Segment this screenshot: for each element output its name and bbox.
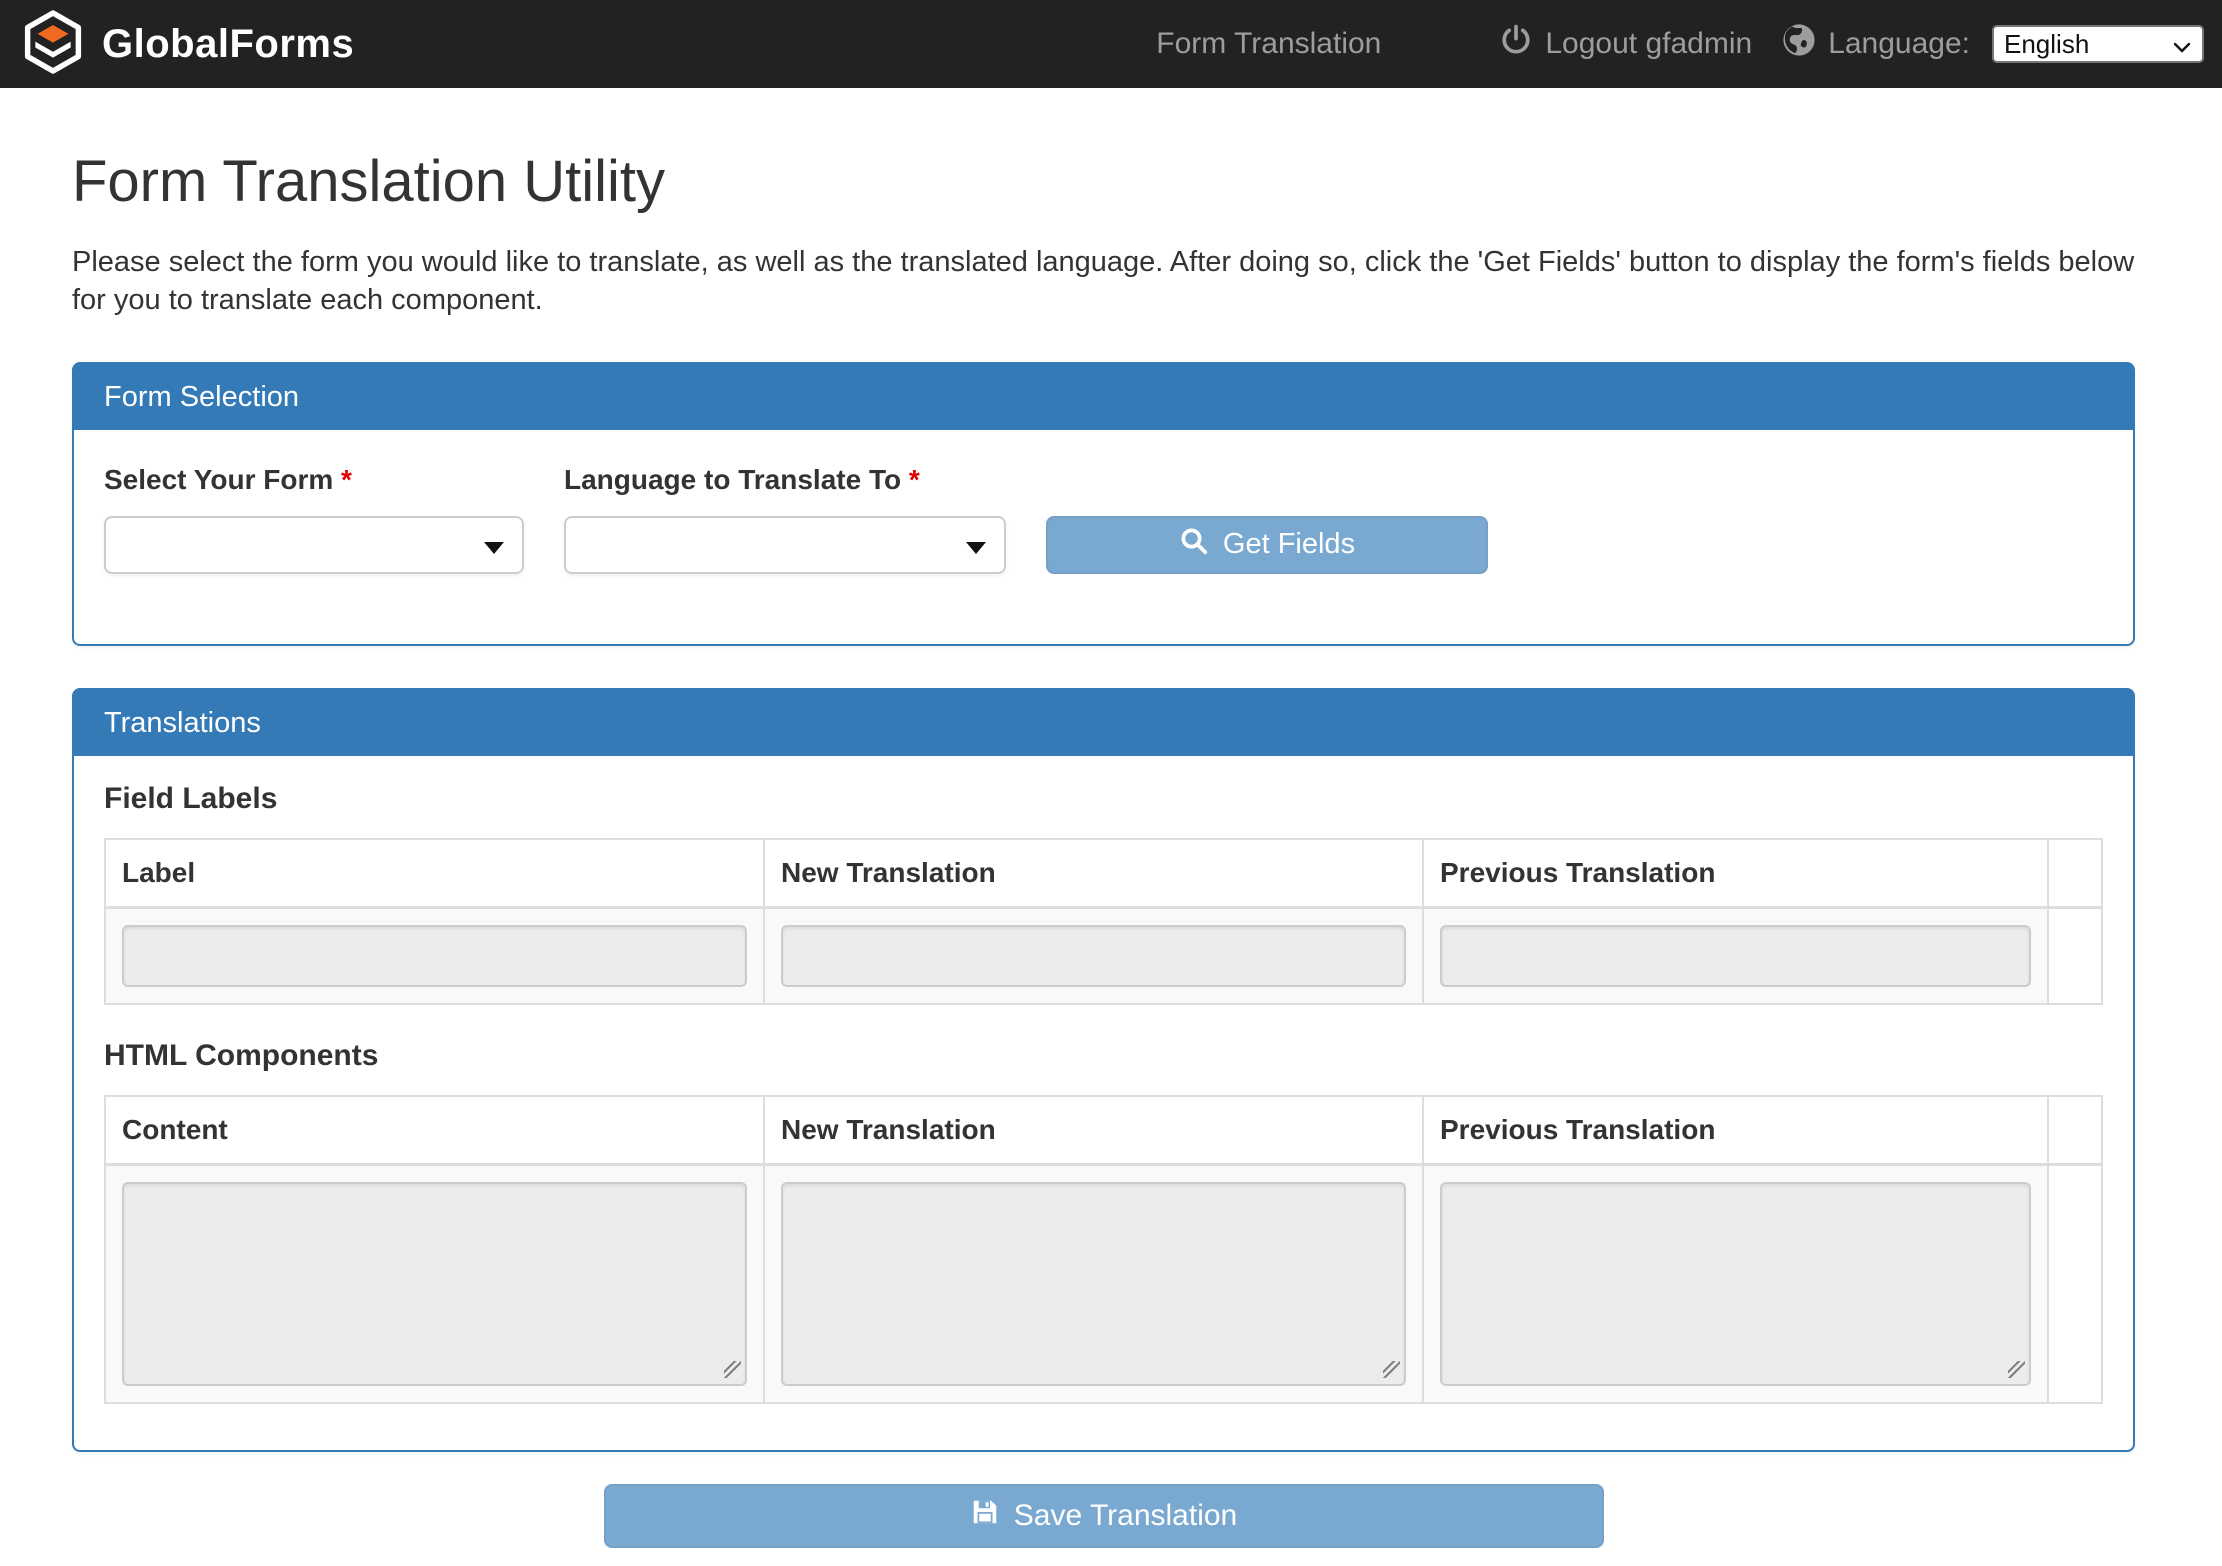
navbar-right: Logout gfadmin Language: English [1499, 23, 2204, 65]
globalforms-logo-icon [24, 10, 82, 79]
main-content: Form Translation Utility Please select t… [72, 148, 2135, 1548]
previous-translation-textarea[interactable] [1440, 1182, 2031, 1386]
blank-cell [2048, 907, 2102, 1004]
select-form-group: Select Your Form * [104, 464, 524, 574]
new-translation-textarea[interactable] [781, 1182, 1406, 1386]
column-header-content: Content [105, 1096, 764, 1165]
column-header-blank [2048, 1096, 2102, 1165]
column-header-blank [2048, 839, 2102, 908]
form-selection-panel: Form Selection Select Your Form * Langua… [72, 362, 2135, 646]
save-translation-button[interactable]: Save Translation [604, 1484, 1604, 1548]
new-translation-textarea-wrap [781, 1182, 1406, 1386]
select-form-label: Select Your Form * [104, 464, 524, 496]
translations-panel: Translations Field Labels Label New Tran… [72, 688, 2135, 1452]
html-components-header-row: Content New Translation Previous Transla… [105, 1096, 2102, 1165]
new-translation-input[interactable] [781, 925, 1406, 987]
get-fields-button[interactable]: Get Fields [1046, 516, 1488, 574]
brand-text: GlobalForms [102, 22, 354, 67]
field-labels-heading: Field Labels [104, 782, 2103, 816]
page-title: Form Translation Utility [72, 148, 2135, 215]
previous-translation-input[interactable] [1440, 925, 2031, 987]
required-asterisk: * [341, 464, 352, 495]
language-translate-label: Language to Translate To * [564, 464, 1006, 496]
blank-cell [2048, 1164, 2102, 1403]
html-components-table: Content New Translation Previous Transla… [104, 1095, 2103, 1404]
column-header-new-translation: New Translation [764, 1096, 1423, 1165]
get-fields-group: Get Fields [1046, 516, 1488, 574]
html-components-heading: HTML Components [104, 1039, 2103, 1073]
form-select-dropdown[interactable] [104, 516, 524, 574]
column-header-new-translation: New Translation [764, 839, 1423, 908]
language-select-dropdown[interactable] [564, 516, 1006, 574]
caret-down-icon [484, 542, 504, 554]
column-header-previous-translation: Previous Translation [1423, 839, 2048, 908]
language-select[interactable]: English [1992, 25, 2204, 63]
column-header-label: Label [105, 839, 764, 908]
required-asterisk: * [909, 464, 920, 495]
navbar: GlobalForms Form Translation Logout gfad… [0, 0, 2222, 88]
column-header-previous-translation: Previous Translation [1423, 1096, 2048, 1165]
translations-panel-body: Field Labels Label New Translation Previ… [74, 756, 2133, 1450]
brand-link[interactable]: GlobalForms [24, 10, 354, 79]
form-selection-panel-header: Form Selection [74, 364, 2133, 430]
language-select-wrap: English [1992, 25, 2204, 63]
globe-icon [1782, 23, 1816, 65]
logout-label: Logout gfadmin [1545, 27, 1752, 61]
label-input[interactable] [122, 925, 747, 987]
search-icon [1179, 526, 1209, 564]
caret-down-icon [966, 542, 986, 554]
form-selection-panel-body: Select Your Form * Language to Translate… [74, 430, 2133, 644]
page-description: Please select the form you would like to… [72, 243, 2135, 320]
table-row [105, 1164, 2102, 1403]
field-labels-header-row: Label New Translation Previous Translati… [105, 839, 2102, 908]
previous-translation-textarea-wrap [1440, 1182, 2031, 1386]
table-row [105, 907, 2102, 1004]
floppy-disk-icon [970, 1497, 1000, 1535]
translations-panel-header: Translations [74, 690, 2133, 756]
content-textarea-wrap [122, 1182, 747, 1386]
language-translate-group: Language to Translate To * [564, 464, 1006, 574]
content-textarea[interactable] [122, 1182, 747, 1386]
logout-link[interactable]: Logout gfadmin [1499, 23, 1752, 65]
power-icon [1499, 23, 1533, 65]
language-label: Language: [1828, 27, 1970, 61]
nav-item-form-translation[interactable]: Form Translation [1156, 27, 1381, 61]
field-labels-table: Label New Translation Previous Translati… [104, 838, 2103, 1005]
